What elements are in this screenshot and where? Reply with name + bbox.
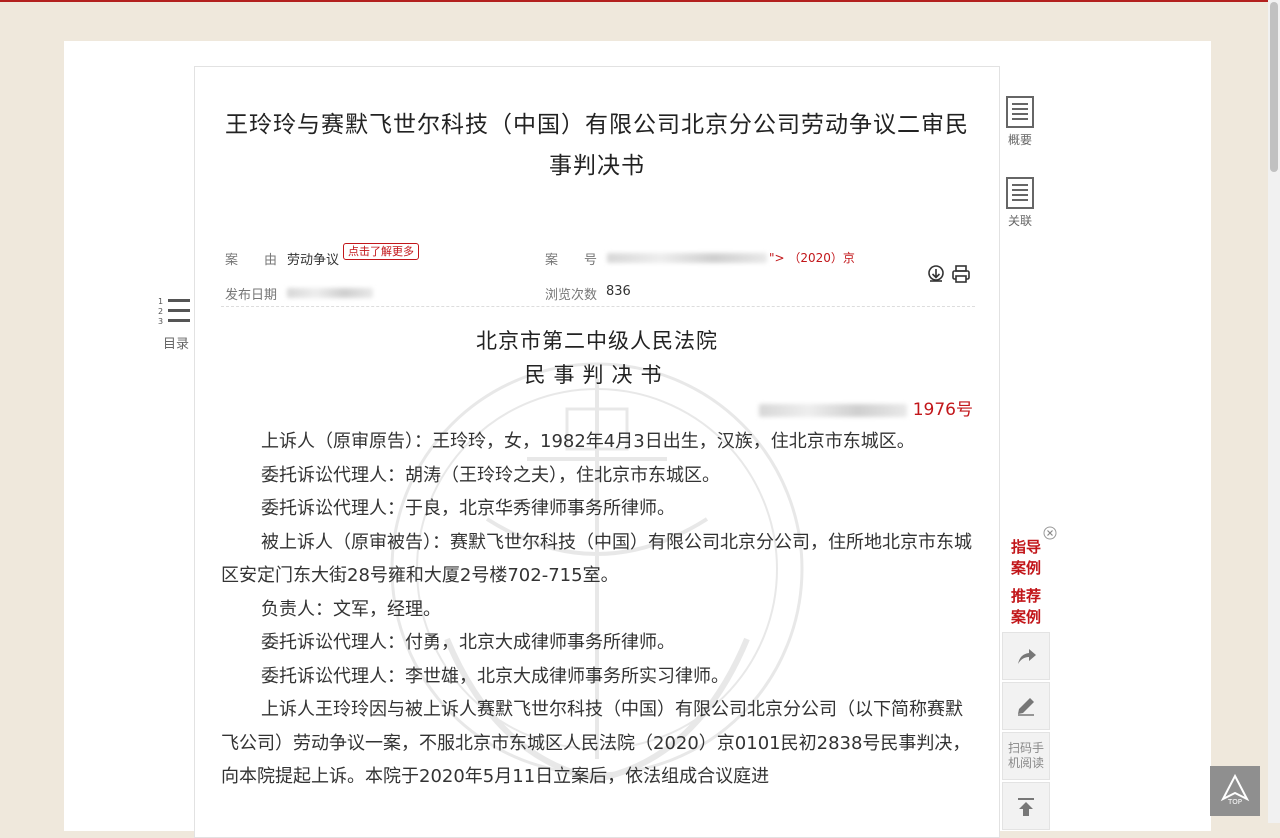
cause-label: 案 由 xyxy=(225,253,278,268)
cause-value: 劳动争议 xyxy=(287,253,340,268)
vertical-scrollbar[interactable] xyxy=(1268,0,1280,823)
print-icon[interactable] xyxy=(950,263,972,285)
top-accent-line xyxy=(0,0,1280,2)
paragraph: 委托诉讼代理人：李世雄，北京大成律师事务所实习律师。 xyxy=(261,665,729,687)
scrollbar-thumb[interactable] xyxy=(1270,2,1278,172)
paragraph: 委托诉讼代理人：胡涛（王玲玲之夫），住北京市东城区。 xyxy=(261,464,720,486)
summary-label: 概要 xyxy=(1007,133,1032,147)
paragraph: 负责人：文军，经理。 xyxy=(261,598,441,620)
back-to-top-button[interactable]: TOP xyxy=(1210,766,1260,816)
views-label: 浏览次数 xyxy=(545,288,598,303)
document-case-number: 1976号 xyxy=(759,395,973,420)
document-type: 民事判决书 xyxy=(524,363,670,387)
paragraph: 委托诉讼代理人：付勇，北京大成律师事务所律师。 xyxy=(261,632,675,653)
scan-line2: 机阅读 xyxy=(1007,756,1044,770)
scan-line1: 扫码手 xyxy=(1007,741,1044,755)
toc-label: 目录 xyxy=(162,337,189,352)
guiding-cases-line2: 案例 xyxy=(1010,559,1041,577)
recommended-cases-line1: 推荐 xyxy=(1010,587,1041,605)
case-number-end: 1976号 xyxy=(912,400,973,420)
svg-text:3: 3 xyxy=(158,317,163,326)
edit-button[interactable] xyxy=(1002,682,1050,730)
guiding-cases-line1: 指导 xyxy=(1010,538,1041,556)
paragraph: 委托诉讼代理人：于良，北京华秀律师事务所律师。 xyxy=(261,498,675,519)
recommended-cases-link[interactable]: 推荐 案例 xyxy=(1006,586,1046,628)
paragraph: 被上诉人（原审被告）：赛默飞世尔科技（中国）有限公司北京分公司，住所地北京市东城… xyxy=(221,531,972,587)
publish-date-label: 发布日期 xyxy=(225,288,278,303)
list-icon: 1 2 3 xyxy=(158,297,190,326)
svg-text:2: 2 xyxy=(158,307,163,316)
case-number-value: "> （2020）京 xyxy=(769,251,855,265)
download-icon[interactable] xyxy=(925,263,947,285)
views-value: 836 xyxy=(606,284,631,299)
court-name: 北京市第二中级人民法院 xyxy=(476,329,718,353)
top-label: TOP xyxy=(1227,798,1242,806)
svg-text:1: 1 xyxy=(158,297,163,306)
guiding-cases-link[interactable]: 指导 案例 xyxy=(1006,537,1046,579)
related-doc-icon xyxy=(1006,177,1034,209)
case-number-label: 案 号 xyxy=(545,253,598,268)
document-title: 王玲玲与赛默飞世尔科技（中国）有限公司北京分公司劳动争议二审民事判决书 xyxy=(225,112,969,179)
judgment-body: 上诉人（原审原告）：王玲玲，女，1982年4月3日出生，汉族，住北京市东城区。 … xyxy=(221,425,973,794)
meta-divider xyxy=(221,306,975,307)
toc-button[interactable]: 1 2 3 目录 xyxy=(156,297,196,352)
related-label: 关联 xyxy=(1007,214,1032,228)
summary-doc-icon xyxy=(1006,96,1034,128)
redacted-case-prefix xyxy=(759,403,908,417)
redacted-publish-date xyxy=(287,288,373,298)
top-triangle-icon xyxy=(1220,773,1250,802)
recommended-cases-line2: 案例 xyxy=(1010,608,1041,626)
redacted-case-number xyxy=(607,253,767,263)
learn-more-tag[interactable]: 点击了解更多 xyxy=(343,243,419,260)
arrow-up-icon xyxy=(1018,798,1034,816)
scan-mobile-button[interactable]: 扫码手 机阅读 xyxy=(1002,732,1050,780)
related-button[interactable]: 关联 xyxy=(1004,177,1036,229)
summary-button[interactable]: 概要 xyxy=(1004,96,1036,148)
share-arrow-icon xyxy=(1018,649,1036,664)
paragraph: 上诉人王玲玲因与被上诉人赛默飞世尔科技（中国）有限公司北京分公司（以下简称赛默飞… xyxy=(221,699,971,787)
paragraph: 上诉人（原审原告）：王玲玲，女，1982年4月3日出生，汉族，住北京市东城区。 xyxy=(261,431,915,452)
pencil-icon xyxy=(1018,698,1034,716)
share-button[interactable] xyxy=(1002,632,1050,680)
judgment-document: 王玲玲与赛默飞世尔科技（中国）有限公司北京分公司劳动争议二审民事判决书 案 由 … xyxy=(194,66,1000,838)
